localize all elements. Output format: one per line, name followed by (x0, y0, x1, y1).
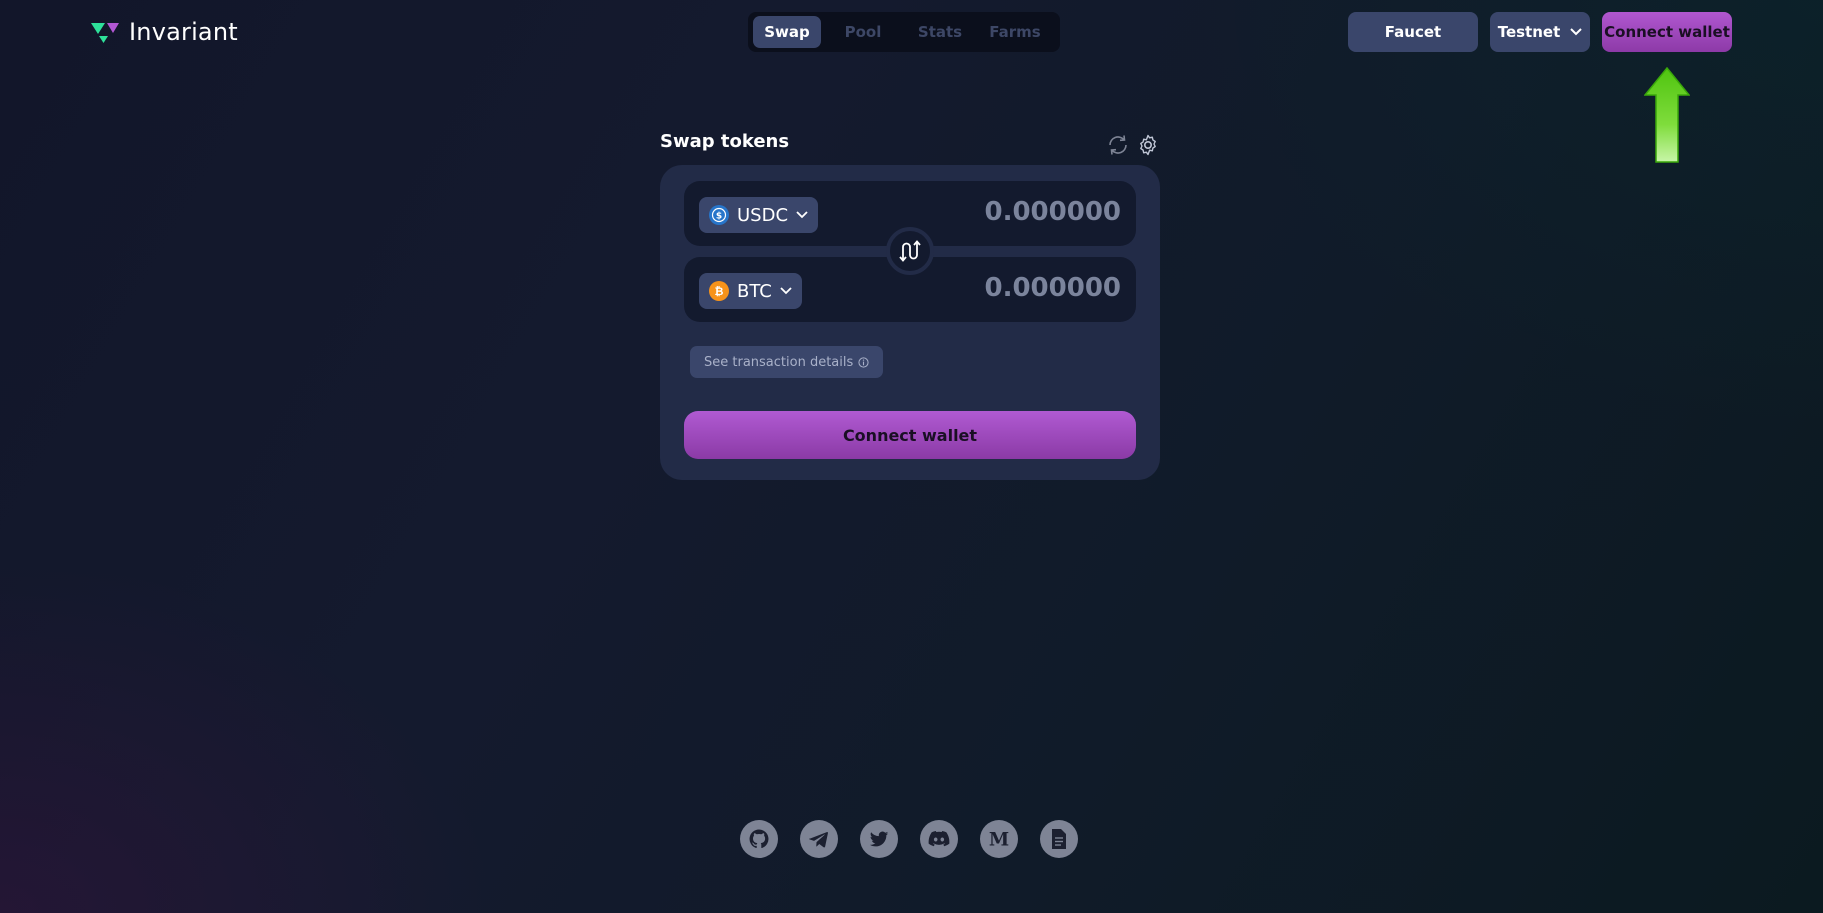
social-links: M (740, 820, 1078, 858)
tab-swap[interactable]: Swap (753, 16, 821, 48)
github-icon (749, 829, 769, 849)
transaction-details-label: See transaction details (704, 354, 854, 370)
chevron-down-icon (780, 287, 792, 295)
svg-text:M: M (989, 829, 1009, 850)
logo[interactable]: Invariant (91, 18, 238, 46)
docs-link[interactable] (1040, 820, 1078, 858)
to-token-select[interactable]: ₿ BTC (699, 273, 802, 309)
connect-wallet-button[interactable]: Connect wallet (1602, 12, 1732, 52)
network-select[interactable]: Testnet (1490, 12, 1590, 52)
tab-stats[interactable]: Stats (905, 16, 975, 48)
swap-arrows-icon (899, 240, 921, 262)
swap-title: Swap tokens (660, 131, 790, 152)
medium-icon: M (989, 829, 1009, 850)
refresh-icon[interactable] (1106, 133, 1130, 157)
main-nav: Swap Pool Stats Farms (748, 12, 1060, 52)
telegram-link[interactable] (800, 820, 838, 858)
twitter-link[interactable] (860, 820, 898, 858)
docs-icon (1052, 829, 1066, 849)
discord-icon (928, 831, 950, 847)
chevron-down-icon (796, 211, 808, 219)
to-amount-input[interactable]: 0.000000 (984, 273, 1121, 303)
logo-text: Invariant (129, 18, 238, 46)
connect-wallet-main-button[interactable]: Connect wallet (684, 411, 1136, 459)
twitter-icon (869, 831, 889, 847)
svg-text:₿: ₿ (715, 285, 724, 298)
discord-link[interactable] (920, 820, 958, 858)
arrow-up-icon (1644, 67, 1690, 163)
connect-wallet-label: Connect wallet (1604, 23, 1730, 41)
swap-direction-button[interactable] (886, 227, 934, 275)
info-icon (858, 356, 869, 368)
telegram-icon (809, 832, 828, 848)
network-label: Testnet (1497, 23, 1561, 41)
medium-link[interactable]: M (980, 820, 1018, 858)
from-token-select[interactable]: $ USDC (699, 197, 819, 233)
svg-text:$: $ (716, 212, 722, 222)
connect-wallet-main-label: Connect wallet (842, 425, 978, 445)
settings-gear-icon[interactable] (1136, 133, 1160, 157)
tab-farms[interactable]: Farms (975, 16, 1055, 48)
swap-card: $ USDC 0.000000 ₿ BTC 0.000000 See trans… (660, 165, 1160, 480)
from-token-name: USDC (737, 204, 789, 226)
to-token-name: BTC (737, 280, 772, 302)
chevron-down-icon (1570, 28, 1582, 36)
invariant-logo-icon (91, 23, 119, 43)
faucet-button[interactable]: Faucet (1348, 12, 1478, 52)
from-amount-input[interactable]: 0.000000 (984, 197, 1121, 227)
github-link[interactable] (740, 820, 778, 858)
tab-pool[interactable]: Pool (821, 16, 905, 48)
swap-toolbar (1106, 133, 1160, 157)
transaction-details-button[interactable]: See transaction details (690, 346, 884, 378)
faucet-label: Faucet (1384, 23, 1442, 41)
usdc-icon: $ (709, 205, 729, 225)
btc-icon: ₿ (709, 281, 729, 301)
